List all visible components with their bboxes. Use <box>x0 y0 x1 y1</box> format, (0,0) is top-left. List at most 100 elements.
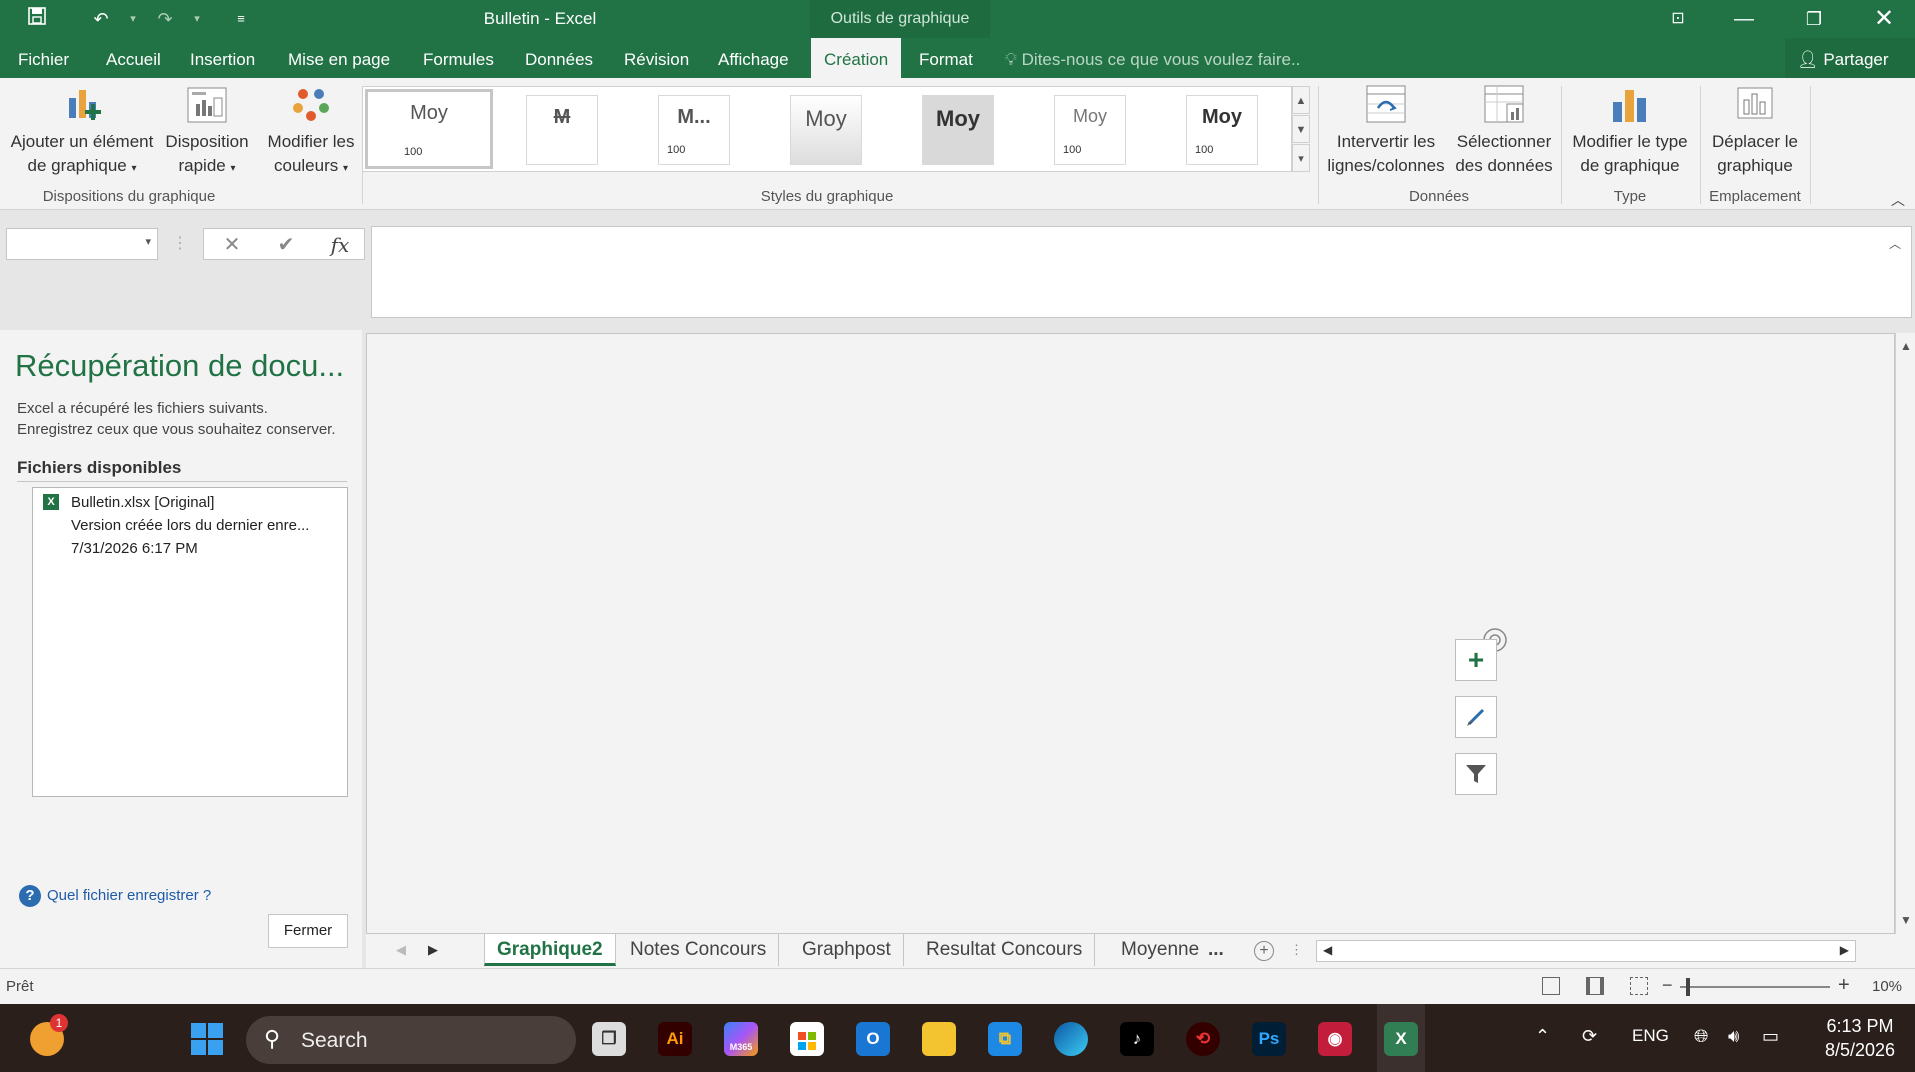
tab-donnees[interactable]: Données <box>525 38 593 78</box>
ribbon-display-icon[interactable]: ⊡ <box>1650 0 1706 38</box>
tab-creation[interactable]: Création <box>811 38 902 78</box>
change-chart-type-button[interactable]: Modifier le type de graphique <box>1564 82 1696 178</box>
photoshop-icon[interactable]: Ps <box>1252 1022 1286 1056</box>
chevron-down-icon[interactable]: ▾ <box>145 235 151 248</box>
undo-icon[interactable]: ↶ <box>86 6 116 32</box>
page-layout-view-icon[interactable] <box>1586 977 1604 995</box>
scroll-up-icon[interactable]: ▲ <box>1900 339 1912 353</box>
redo-dropdown-icon[interactable]: ▾ <box>182 6 212 32</box>
horizontal-scrollbar[interactable]: ◀ ▶ <box>1316 940 1856 962</box>
gallery-more-icon[interactable]: ▾ <box>1292 144 1310 172</box>
split-handle-icon[interactable]: ⋮ <box>1290 942 1303 958</box>
tab-revision[interactable]: Révision <box>624 38 689 78</box>
sheet-tab-notes-concours[interactable]: Notes Concours <box>618 934 780 966</box>
chart-styles-button[interactable] <box>1455 696 1497 738</box>
sync-icon[interactable]: ⟳ <box>1582 1026 1597 1047</box>
battery-icon[interactable]: ▭ <box>1762 1026 1779 1047</box>
add-chart-element-button[interactable]: Ajouter un élément de graphique ▾ <box>4 82 160 181</box>
formula-bar-drag-handle-icon[interactable]: ⋮ <box>160 228 200 260</box>
share-button[interactable]: 👤︎ Partager <box>1785 38 1915 78</box>
quick-layout-button[interactable]: Disposition rapide ▾ <box>160 82 254 181</box>
change-colors-button[interactable]: Modifier les couleurs ▾ <box>262 82 360 181</box>
formula-input[interactable]: ︿ <box>371 226 1912 318</box>
zoom-in-icon[interactable]: + <box>1838 974 1850 997</box>
start-icon[interactable] <box>190 1022 224 1056</box>
tab-insertion[interactable]: Insertion <box>190 38 255 78</box>
save-icon[interactable] <box>22 6 52 32</box>
gallery-scroll-up-icon[interactable]: ▲ <box>1292 86 1310 114</box>
help-icon[interactable]: ? <box>19 885 41 907</box>
sheet-tab-resultat-concours[interactable]: Resultat Concours <box>914 934 1096 966</box>
tell-me-search[interactable]: 💡︎ Dites-nous ce que vous voulez faire.. <box>1005 38 1300 78</box>
zoom-slider-thumb[interactable] <box>1686 978 1690 996</box>
collapse-formula-bar-icon[interactable]: ︿ <box>1889 235 1901 252</box>
chart-style-thumb[interactable]: Moy 100 <box>1054 95 1126 165</box>
add-sheet-icon[interactable]: + <box>1254 941 1274 961</box>
cancel-entry-icon[interactable]: ✕ <box>212 229 252 261</box>
collapse-ribbon-icon[interactable]: ︿ <box>1891 190 1905 210</box>
zoom-slider[interactable] <box>1680 986 1830 988</box>
redo-icon[interactable]: ↷ <box>150 6 180 32</box>
illustrator-icon[interactable]: Ai <box>658 1022 692 1056</box>
snip-icon[interactable]: ⧉ <box>988 1022 1022 1056</box>
sheet-tab-graphique2[interactable]: Graphique2 <box>484 934 616 966</box>
vertical-scrollbar[interactable]: ▲ ▼ <box>1895 333 1915 934</box>
restore-button[interactable]: ❐ <box>1786 0 1842 38</box>
outlook-icon[interactable]: O <box>856 1022 890 1056</box>
chart-elements-button[interactable]: + <box>1455 639 1497 681</box>
previous-sheet-icon[interactable]: ◀ <box>396 942 406 958</box>
chart-style-thumb[interactable]: M... 100 <box>658 95 730 165</box>
select-data-button[interactable]: Sélectionner des données <box>1452 82 1556 178</box>
network-icon[interactable]: 🌐︎ <box>1694 1026 1708 1047</box>
sheet-tab-moyenne[interactable]: Moyenne <box>1109 934 1211 966</box>
close-window-button[interactable]: ✕ <box>1856 0 1912 38</box>
scroll-down-icon[interactable]: ▼ <box>1900 913 1912 927</box>
clock-time[interactable]: 6:13 PM <box>1820 1016 1900 1037</box>
chart-style-thumb[interactable]: M <box>526 95 598 165</box>
zoom-out-icon[interactable]: − <box>1662 975 1673 996</box>
tab-mise-en-page[interactable]: Mise en page <box>288 38 390 78</box>
file-explorer-icon[interactable] <box>922 1022 956 1056</box>
volume-icon[interactable]: 🔊︎ <box>1728 1026 1739 1047</box>
chart-filters-button[interactable] <box>1455 753 1497 795</box>
tray-overflow-icon[interactable]: ⌃ <box>1535 1026 1550 1047</box>
insert-function-icon[interactable]: fx <box>320 229 360 261</box>
chart-style-thumb[interactable]: Moy <box>922 95 994 165</box>
close-pane-button[interactable]: Fermer <box>268 914 348 948</box>
weather-icon[interactable]: 1 <box>30 1014 68 1056</box>
screen-recorder-icon[interactable]: ◉ <box>1318 1022 1352 1056</box>
scroll-left-icon[interactable]: ◀ <box>1323 943 1332 957</box>
tiktok-icon[interactable]: ♪ <box>1120 1022 1154 1056</box>
tab-formules[interactable]: Formules <box>423 38 494 78</box>
sheet-tab-graphpost[interactable]: Graphpost <box>790 934 904 966</box>
undo-dropdown-icon[interactable]: ▾ <box>118 6 148 32</box>
switch-row-column-button[interactable]: Intervertir les lignes/colonnes <box>1322 82 1450 178</box>
tab-fichier[interactable]: Fichier <box>18 38 69 78</box>
m365-icon[interactable]: M365 <box>724 1022 758 1056</box>
recovered-file-item[interactable]: X Bulletin.xlsx [Original] Version créée… <box>33 488 347 564</box>
tab-accueil[interactable]: Accueil <box>106 38 161 78</box>
customize-qat-icon[interactable]: ≡ <box>226 6 256 32</box>
chart-sheet-area[interactable]: + <box>366 333 1895 934</box>
which-file-help-link[interactable]: Quel fichier enregistrer ? <box>47 887 211 904</box>
language-indicator[interactable]: ENG <box>1632 1026 1669 1046</box>
gallery-scroll-down-icon[interactable]: ▼ <box>1292 115 1310 143</box>
app-red-icon[interactable]: ⟲ <box>1186 1022 1220 1056</box>
zoom-level[interactable]: 10% <box>1872 978 1902 995</box>
name-box[interactable]: ▾ <box>6 228 158 260</box>
normal-view-icon[interactable] <box>1542 977 1560 995</box>
scroll-right-icon[interactable]: ▶ <box>1840 943 1849 957</box>
next-sheet-icon[interactable]: ▶ <box>428 942 438 958</box>
move-chart-button[interactable]: Déplacer le graphique <box>1702 82 1808 178</box>
chart-style-thumb[interactable]: Moy 100 <box>365 89 493 169</box>
confirm-entry-icon[interactable]: ✔ <box>266 229 306 261</box>
clock-date[interactable]: 8/5/2026 <box>1820 1040 1900 1061</box>
chart-style-thumb[interactable]: Moy <box>790 95 862 165</box>
edge-icon[interactable] <box>1054 1022 1088 1056</box>
task-view-icon[interactable]: ❐ <box>592 1022 626 1056</box>
minimize-button[interactable]: — <box>1716 0 1772 38</box>
page-break-view-icon[interactable] <box>1630 977 1648 995</box>
more-sheets-button[interactable]: ... <box>1208 934 1224 966</box>
tab-affichage[interactable]: Affichage <box>718 38 789 78</box>
store-icon[interactable] <box>790 1022 824 1056</box>
